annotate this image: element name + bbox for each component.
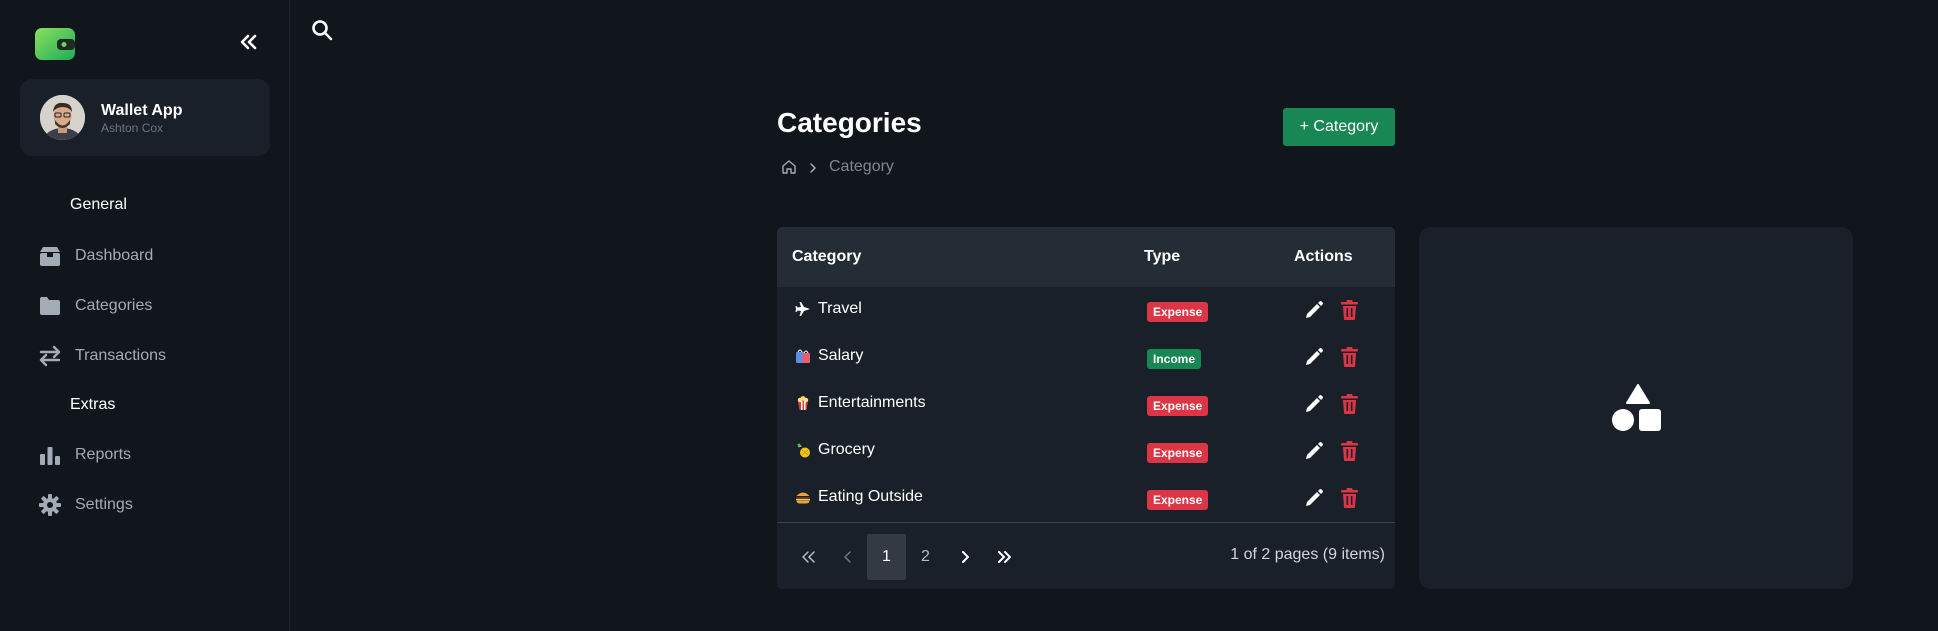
pagination-divider [777, 522, 1395, 523]
pineapple-icon [794, 441, 812, 459]
profile-card[interactable]: Wallet App Ashton Cox [20, 79, 270, 156]
category-name: Salary [818, 347, 864, 364]
breadcrumb-current: Category [829, 158, 894, 175]
page-button-2[interactable]: 2 [906, 534, 945, 580]
column-header-actions: Actions [1294, 248, 1353, 265]
delete-trash-icon[interactable] [1341, 488, 1358, 508]
sidebar-item-label: Dashboard [75, 247, 154, 264]
search-icon[interactable] [311, 19, 333, 41]
page-button-1[interactable]: 1 [867, 534, 906, 580]
wallet-logo-icon[interactable] [35, 28, 75, 60]
sidebar-item-reports[interactable]: Reports [38, 438, 258, 472]
folder-icon [38, 294, 62, 318]
edit-pencil-icon[interactable] [1304, 441, 1324, 461]
home-icon[interactable] [781, 159, 797, 175]
sidebar-item-categories[interactable]: Categories [38, 289, 258, 323]
type-badge: Expense [1147, 490, 1209, 510]
table-row: Salary Income [777, 334, 1395, 381]
swap-arrows-icon [38, 344, 62, 368]
first-page-button[interactable] [789, 534, 828, 580]
avatar [40, 95, 85, 140]
table-header: Category Type Actions [777, 227, 1395, 287]
sidebar-item-transactions[interactable]: Transactions [38, 339, 258, 373]
category-detail-panel [1419, 227, 1853, 589]
type-badge: Income [1147, 349, 1202, 369]
delete-trash-icon[interactable] [1341, 441, 1358, 461]
next-page-button[interactable] [945, 534, 984, 580]
sidebar-item-label: Reports [75, 446, 132, 463]
category-name: Entertainments [818, 394, 926, 411]
sidebar-item-label: Transactions [75, 347, 166, 364]
table-row: Eating Outside Expense [777, 475, 1395, 522]
collapse-sidebar-icon[interactable] [236, 30, 260, 54]
airplane-icon [794, 300, 812, 318]
category-name: Travel [818, 300, 862, 317]
edit-pencil-icon[interactable] [1304, 394, 1324, 414]
bar-chart-icon [38, 443, 62, 467]
edit-pencil-icon[interactable] [1304, 300, 1324, 320]
gear-icon [38, 493, 62, 517]
sidebar-item-label: Categories [75, 297, 153, 314]
sidebar-item-label: Settings [75, 496, 133, 513]
prev-page-button[interactable] [828, 534, 867, 580]
sidebar-item-dashboard[interactable]: Dashboard [38, 239, 258, 273]
last-page-button[interactable] [984, 534, 1023, 580]
delete-trash-icon[interactable] [1341, 394, 1358, 414]
edit-pencil-icon[interactable] [1304, 347, 1324, 367]
sidebar-item-settings[interactable]: Settings [38, 488, 258, 522]
page-title: Categories [777, 107, 922, 138]
type-badge: Expense [1147, 396, 1209, 416]
table-row: Entertainments Expense [777, 381, 1395, 428]
section-title-extras: Extras [70, 396, 116, 413]
category-name: Grocery [818, 441, 875, 458]
table-row: Grocery Expense [777, 428, 1395, 475]
breadcrumb: Category [781, 156, 894, 178]
profile-username: Ashton Cox [101, 121, 164, 135]
chevron-right-icon [807, 161, 819, 173]
profile-name: Wallet App [101, 102, 183, 119]
delete-trash-icon[interactable] [1341, 300, 1358, 320]
add-category-button[interactable]: + Category [1283, 108, 1395, 146]
category-name: Eating Outside [818, 488, 923, 505]
categories-table: Category Type Actions Travel Expense Sal… [777, 227, 1395, 589]
shapes-icon [1611, 383, 1661, 433]
table-row: Travel Expense [777, 287, 1395, 334]
box-icon [38, 244, 62, 268]
burger-icon [794, 488, 812, 506]
column-header-type: Type [1144, 248, 1181, 265]
section-title-general: General [70, 196, 127, 213]
pagination: 1 2 [789, 534, 1023, 580]
popcorn-icon [794, 394, 812, 412]
shopping-bags-icon [794, 347, 812, 365]
pagination-info: 1 of 2 pages (9 items) [1230, 546, 1385, 563]
sidebar: Wallet App Ashton Cox General Dashboard … [0, 0, 290, 631]
type-badge: Expense [1147, 443, 1209, 463]
type-badge: Expense [1147, 302, 1209, 322]
edit-pencil-icon[interactable] [1304, 488, 1324, 508]
delete-trash-icon[interactable] [1341, 347, 1358, 367]
column-header-category: Category [792, 248, 862, 265]
